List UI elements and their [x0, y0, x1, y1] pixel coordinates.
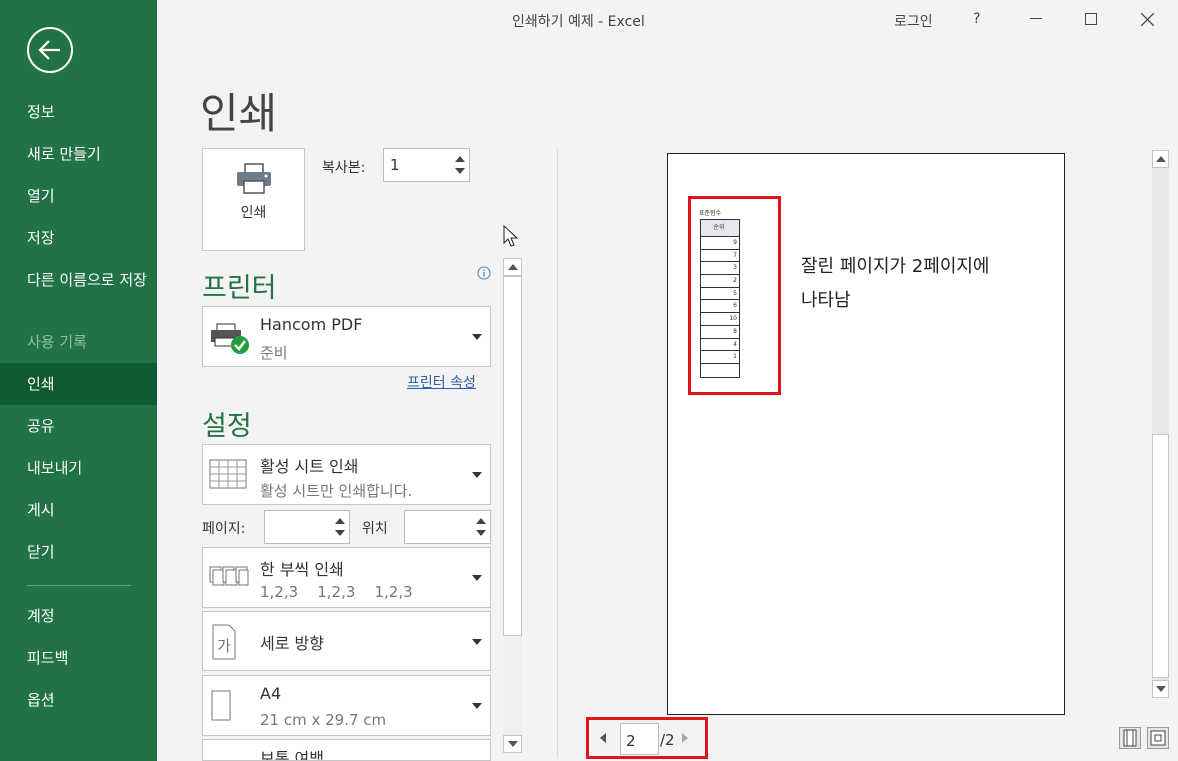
- svg-text:가: 가: [217, 637, 231, 655]
- orientation-value: 세로 방향: [260, 634, 324, 653]
- show-margins-icon[interactable]: [1119, 727, 1141, 749]
- nav-new[interactable]: 새로 만들기: [0, 133, 157, 175]
- orientation-dropdown[interactable]: 가 세로 방향: [202, 611, 491, 671]
- scroll-up-button[interactable]: [503, 258, 522, 276]
- page-title: 인쇄: [200, 89, 278, 138]
- printer-name: Hancom PDF: [260, 315, 363, 334]
- nav-close[interactable]: 닫기: [0, 531, 157, 573]
- nav-save[interactable]: 저장: [0, 217, 157, 259]
- nav-open[interactable]: 열기: [0, 175, 157, 217]
- maximize-icon[interactable]: [1085, 13, 1097, 25]
- nav-info[interactable]: 정보: [0, 91, 157, 133]
- nav-save-as[interactable]: 다른 이름으로 저장: [0, 269, 150, 311]
- annotation-text: 잘린 페이지가 2페이지에: [801, 256, 990, 277]
- minimize-icon[interactable]: [1030, 18, 1042, 19]
- scroll-up-button[interactable]: [1152, 150, 1169, 168]
- scroll-down-button[interactable]: [1152, 680, 1169, 698]
- print-scope-title: 활성 시트 인쇄: [260, 457, 359, 476]
- collate-dropdown[interactable]: 한 부씩 인쇄 1,2,3 1,2,3 1,2,3: [202, 547, 491, 608]
- window-title: 인쇄하기 예제 - Excel: [512, 14, 645, 30]
- nav-feedback[interactable]: 피드백: [0, 637, 157, 679]
- printer-heading: 프린터: [202, 273, 277, 304]
- nav-print[interactable]: 인쇄: [0, 363, 157, 405]
- nav-divider: [27, 585, 131, 586]
- print-button-label: 인쇄: [240, 205, 267, 221]
- chevron-down-icon: [472, 703, 482, 709]
- portrait-page-icon: 가: [212, 624, 236, 660]
- paper-size-title: A4: [260, 684, 282, 703]
- preview-scrollbar[interactable]: [1152, 150, 1169, 698]
- print-scope-dropdown[interactable]: 활성 시트 인쇄 활성 시트만 인쇄합니다.: [202, 444, 491, 505]
- nav-export[interactable]: 내보내기: [0, 447, 157, 489]
- settings-scrollbar[interactable]: [503, 258, 522, 753]
- help-button[interactable]: ?: [973, 11, 980, 27]
- print-scope-desc: 활성 시트만 인쇄합니다.: [260, 482, 413, 500]
- paper-icon: [211, 690, 231, 721]
- paper-size-dropdown[interactable]: A4 21 cm x 29.7 cm: [202, 675, 491, 736]
- collated-pages-icon: [209, 566, 249, 586]
- chevron-down-icon: [472, 334, 482, 340]
- page-navigator: 2 /2: [586, 717, 708, 759]
- copies-value: 1: [390, 156, 400, 174]
- printer-device-icon: [211, 323, 249, 354]
- print-pane: 인쇄 인쇄 복사본: 1 프린터 Hancom PDF 준비 프린터 속성 설정…: [157, 40, 1178, 761]
- spin-up-icon[interactable]: [455, 156, 465, 162]
- scroll-thumb[interactable]: [503, 276, 522, 636]
- prev-page-icon[interactable]: [600, 733, 606, 743]
- copies-label: 복사본:: [322, 160, 366, 176]
- next-page-icon[interactable]: [682, 733, 688, 743]
- mouse-cursor-icon: [503, 225, 519, 247]
- backstage-sidebar: 정보 새로 만들기 열기 저장 다른 이름으로 저장 사용 기록 인쇄 공유 내…: [0, 0, 157, 761]
- scroll-down-button[interactable]: [503, 735, 522, 753]
- nav-options[interactable]: 옵션: [0, 679, 157, 721]
- print-button[interactable]: 인쇄: [202, 148, 305, 251]
- nav-account[interactable]: 계정: [0, 595, 157, 637]
- current-page-input[interactable]: 2: [620, 723, 659, 755]
- chevron-down-icon: [472, 472, 482, 478]
- page-to-label: 위치: [362, 521, 388, 537]
- back-arrow-icon: [38, 40, 60, 60]
- page-from-stepper[interactable]: [264, 510, 350, 544]
- nav-publish[interactable]: 게시: [0, 489, 157, 531]
- nav-history: 사용 기록: [27, 333, 87, 351]
- spin-down-icon[interactable]: [476, 530, 486, 536]
- margins-dropdown[interactable]: 보통 여백: [202, 739, 491, 761]
- chevron-down-icon: [472, 575, 482, 581]
- pane-divider: [557, 148, 558, 758]
- close-icon[interactable]: [1141, 13, 1154, 26]
- scroll-thumb[interactable]: [1152, 434, 1169, 678]
- copies-stepper[interactable]: 1: [383, 148, 470, 182]
- printer-status: 준비: [260, 344, 288, 362]
- spin-down-icon[interactable]: [335, 530, 345, 536]
- page-to-stepper[interactable]: [404, 510, 491, 544]
- spin-down-icon[interactable]: [455, 168, 465, 174]
- chevron-down-icon: [472, 639, 482, 645]
- collate-title: 한 부씩 인쇄: [260, 560, 344, 579]
- printer-properties-link[interactable]: 프린터 속성: [407, 372, 476, 392]
- printer-dropdown[interactable]: Hancom PDF 준비: [202, 306, 491, 367]
- back-button[interactable]: [27, 27, 73, 73]
- collate-desc: 1,2,3 1,2,3 1,2,3: [260, 583, 413, 601]
- highlight-box: [688, 196, 781, 395]
- spin-up-icon[interactable]: [335, 518, 345, 524]
- zoom-to-page-icon[interactable]: [1147, 727, 1169, 749]
- sheet-grid-icon: [209, 459, 247, 489]
- info-icon[interactable]: [477, 266, 491, 280]
- annotation-text: 나타남: [801, 290, 851, 311]
- paper-size-desc: 21 cm x 29.7 cm: [260, 711, 387, 729]
- printer-icon: [237, 163, 271, 194]
- settings-heading: 설정: [202, 411, 252, 442]
- total-pages: /2: [660, 731, 675, 749]
- margins-value: 보통 여백: [260, 749, 324, 761]
- pages-label: 페이지:: [202, 521, 246, 537]
- spin-up-icon[interactable]: [476, 518, 486, 524]
- nav-share[interactable]: 공유: [0, 405, 157, 447]
- signin-link[interactable]: 로그인: [894, 11, 933, 31]
- title-bar: 인쇄하기 예제 - Excel 로그인 ?: [157, 0, 1178, 40]
